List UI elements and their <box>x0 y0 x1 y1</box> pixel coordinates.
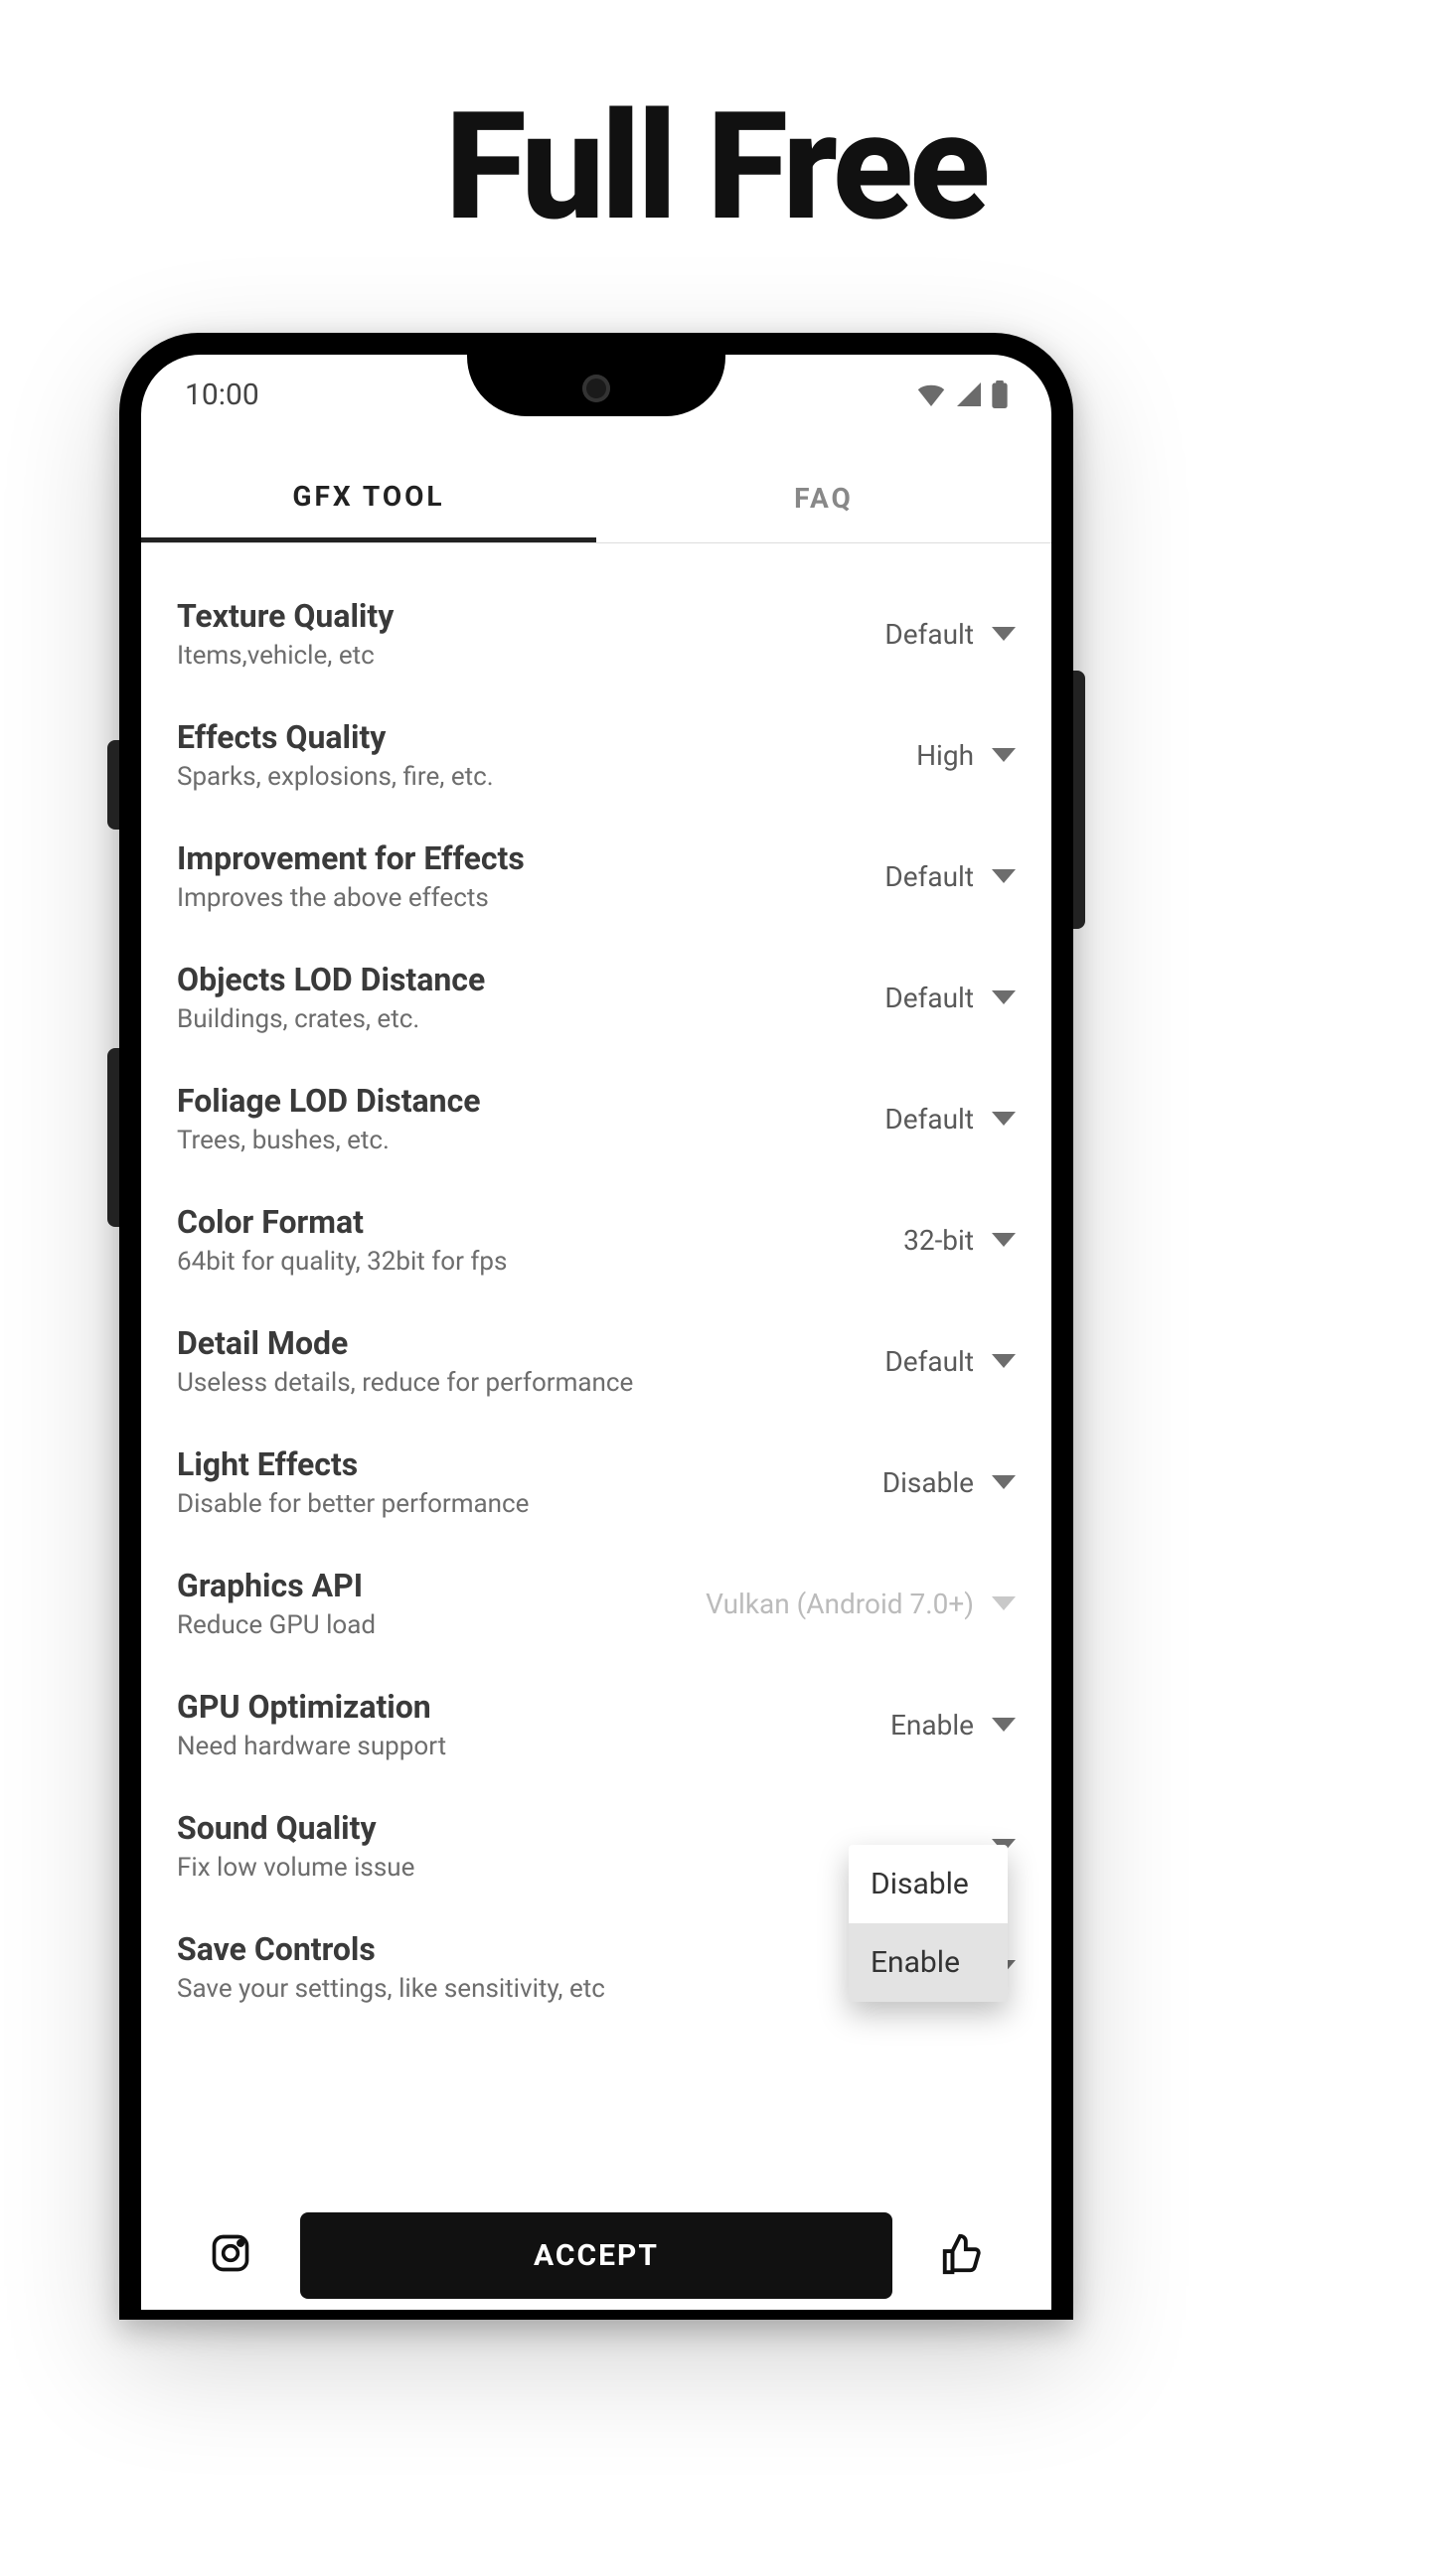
phone-side-button <box>107 1048 119 1227</box>
setting-title: Sound Quality <box>177 1809 974 1847</box>
setting-row[interactable]: Foliage LOD Distance Trees, bushes, etc.D… <box>177 1058 1016 1179</box>
setting-value-dropdown[interactable]: Disable <box>882 1466 1016 1499</box>
chevron-down-icon <box>992 1112 1016 1126</box>
setting-value: Enable <box>890 1709 974 1742</box>
setting-row[interactable]: Graphics API Reduce GPU loadVulkan (Andro… <box>177 1543 1016 1664</box>
setting-subtitle: Sparks, explosions, fire, etc. <box>177 762 916 792</box>
setting-value: Default <box>884 618 974 651</box>
setting-row[interactable]: Light Effects Disable for better performa… <box>177 1422 1016 1543</box>
setting-subtitle: Disable for better performance <box>177 1489 882 1519</box>
status-time: 10:00 <box>185 378 259 412</box>
dropdown-option-disable[interactable]: Disable <box>849 1845 1008 1923</box>
setting-row[interactable]: Improvement for Effects Improves the abov… <box>177 816 1016 937</box>
setting-subtitle: Improves the above effects <box>177 883 884 913</box>
setting-value: Vulkan (Android 7.0+) <box>706 1588 974 1620</box>
setting-value-dropdown[interactable]: Default <box>884 618 1016 651</box>
android-nav-bar <box>141 2310 1051 2320</box>
setting-title: Improvement for Effects <box>177 839 884 877</box>
setting-title: Color Format <box>177 1203 903 1241</box>
setting-title: Texture Quality <box>177 597 884 635</box>
dropdown-option-enable[interactable]: Enable <box>849 1923 1008 2002</box>
setting-value-dropdown[interactable]: Enable <box>890 1709 1016 1742</box>
hero-title: Full Free <box>0 79 1431 254</box>
instagram-icon <box>209 2231 252 2279</box>
chevron-down-icon <box>992 748 1016 762</box>
setting-row[interactable]: Effects Quality Sparks, explosions, fire,… <box>177 694 1016 816</box>
phone-mockup: 10:00 GFX TOOL FAQ Texture Quali <box>119 333 1073 2320</box>
phone-side-button <box>1073 671 1085 929</box>
instagram-button[interactable] <box>201 2231 260 2279</box>
chevron-down-icon <box>992 869 1016 883</box>
phone-side-button <box>107 740 119 830</box>
chevron-down-icon <box>992 1475 1016 1489</box>
setting-subtitle: Items,vehicle, etc <box>177 641 884 671</box>
setting-value: Default <box>884 1345 974 1378</box>
setting-subtitle: Trees, bushes, etc. <box>177 1126 884 1155</box>
setting-row[interactable]: Color Format 64bit for quality, 32bit for… <box>177 1179 1016 1300</box>
setting-value: Default <box>884 982 974 1014</box>
setting-value-dropdown[interactable]: 32-bit <box>903 1224 1016 1257</box>
phone-screen: 10:00 GFX TOOL FAQ Texture Quali <box>141 355 1051 2320</box>
tab-bar: GFX TOOL FAQ <box>141 454 1051 543</box>
setting-value: Default <box>884 1103 974 1136</box>
setting-row[interactable]: Texture Quality Items,vehicle, etcDefault <box>177 573 1016 694</box>
setting-value: High <box>916 739 974 772</box>
setting-title: Foliage LOD Distance <box>177 1082 884 1120</box>
dropdown-menu: Disable Enable <box>849 1845 1008 2002</box>
setting-value-dropdown[interactable]: Vulkan (Android 7.0+) <box>706 1588 1016 1620</box>
chevron-down-icon <box>992 1718 1016 1732</box>
thumbs-up-icon <box>939 2230 985 2280</box>
setting-value: Disable <box>882 1466 974 1499</box>
chevron-down-icon <box>992 990 1016 1004</box>
wifi-icon <box>916 382 946 406</box>
setting-value: Default <box>884 860 974 893</box>
tab-faq[interactable]: FAQ <box>596 454 1051 542</box>
setting-subtitle: 64bit for quality, 32bit for fps <box>177 1247 903 1277</box>
setting-subtitle: Useless details, reduce for performance <box>177 1368 884 1398</box>
setting-title: Graphics API <box>177 1567 706 1604</box>
setting-row[interactable]: Objects LOD Distance Buildings, crates, e… <box>177 937 1016 1058</box>
setting-value: 32-bit <box>903 1224 974 1257</box>
tab-gfx-tool[interactable]: GFX TOOL <box>141 454 596 542</box>
setting-title: GPU Optimization <box>177 1688 890 1726</box>
phone-notch <box>467 355 725 416</box>
accept-button[interactable]: ACCEPT <box>300 2212 892 2299</box>
setting-subtitle: Need hardware support <box>177 1732 890 1761</box>
chevron-down-icon <box>992 1233 1016 1247</box>
cellular-icon <box>956 382 982 406</box>
chevron-down-icon <box>992 1354 1016 1368</box>
setting-value-dropdown[interactable]: Default <box>884 982 1016 1014</box>
setting-value-dropdown[interactable]: High <box>916 739 1016 772</box>
chevron-down-icon <box>992 627 1016 641</box>
setting-value-dropdown[interactable]: Default <box>884 1345 1016 1378</box>
setting-title: Objects LOD Distance <box>177 961 884 998</box>
setting-value-dropdown[interactable]: Default <box>884 860 1016 893</box>
setting-title: Effects Quality <box>177 718 916 756</box>
setting-subtitle: Reduce GPU load <box>177 1610 706 1640</box>
setting-value-dropdown[interactable]: Default <box>884 1103 1016 1136</box>
setting-subtitle: Buildings, crates, etc. <box>177 1004 884 1034</box>
bottom-bar: ACCEPT <box>141 2191 1051 2320</box>
chevron-down-icon <box>992 1596 1016 1610</box>
battery-icon <box>992 380 1008 408</box>
setting-row[interactable]: Detail Mode Useless details, reduce for p… <box>177 1300 1016 1422</box>
thumbs-up-button[interactable] <box>932 2230 992 2280</box>
setting-title: Light Effects <box>177 1445 882 1483</box>
setting-row[interactable]: GPU Optimization Need hardware supportEna… <box>177 1664 1016 1785</box>
setting-title: Detail Mode <box>177 1324 884 1362</box>
